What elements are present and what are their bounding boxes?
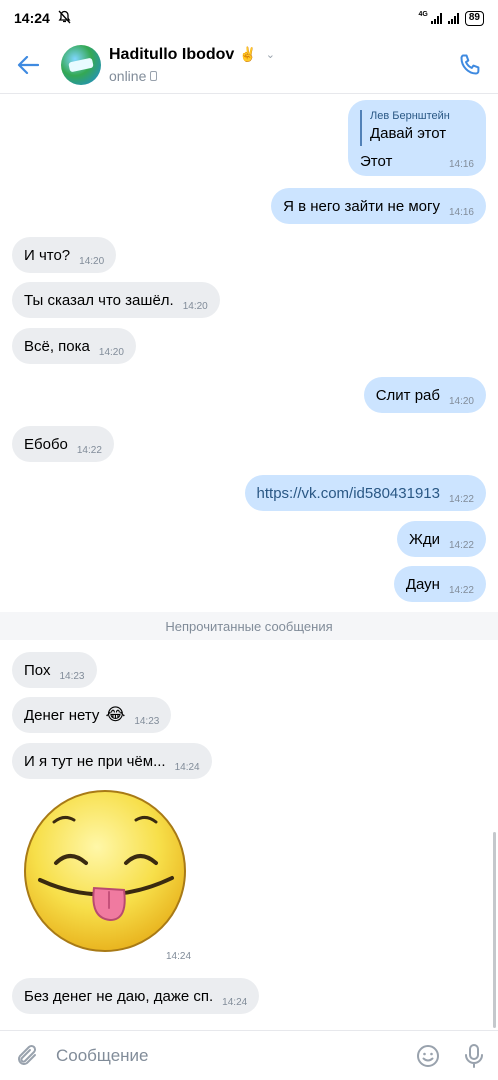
battery-icon: 89 (464, 10, 484, 26)
message-incoming[interactable]: И что? 14:20 (12, 237, 117, 273)
message-time: 14:22 (448, 585, 474, 596)
message-time: 14:20 (182, 301, 208, 312)
message-outgoing[interactable]: Слит раб 14:20 (363, 377, 486, 413)
message-text: И я тут не при чём... (24, 752, 166, 770)
scrollbar[interactable] (493, 832, 496, 1028)
phone-icon (460, 54, 480, 74)
message-incoming[interactable]: Всё, пока 14:20 (12, 328, 136, 364)
call-button[interactable] (442, 36, 498, 94)
message-incoming[interactable]: Без денег не даю, даже сп. 14:24 (12, 978, 260, 1014)
chat-header: Haditullo Ibodov ✌️ ⌄ online (0, 36, 498, 94)
message-text: Денег нету (24, 706, 100, 724)
sticker-tongue-smiley[interactable] (22, 788, 188, 954)
back-button[interactable] (0, 36, 56, 94)
contact-status: online (109, 67, 147, 84)
message-time: 14:22 (76, 445, 102, 456)
message-text: Без денег не даю, даже сп. (24, 987, 214, 1005)
back-arrow-icon (17, 55, 39, 74)
message-text: Этот (360, 153, 393, 170)
reply-message[interactable]: Лев Бернштейн Давай этот Этот 14:16 (348, 100, 486, 176)
message-time: 14:24 (174, 762, 200, 773)
message-composer (0, 1030, 498, 1080)
message-text: Слит раб (375, 386, 440, 404)
message-outgoing[interactable]: https://vk.com/id580431913 14:22 (244, 475, 486, 511)
signal-icon-2 (447, 12, 459, 24)
sticker-time: 14:24 (166, 951, 192, 962)
message-time: 14:22 (448, 540, 474, 551)
message-text: Даун (405, 575, 440, 593)
mobile-icon (150, 70, 158, 81)
contact-name: Haditullo Ibodov (109, 45, 235, 63)
quoted-message[interactable]: Лев Бернштейн Давай этот (360, 110, 474, 146)
message-time: 14:20 (79, 256, 105, 267)
message-text: Ебобо (24, 435, 68, 453)
message-incoming[interactable]: Ты сказал что зашёл. 14:20 (12, 282, 220, 318)
message-outgoing[interactable]: Жди 14:22 (396, 521, 486, 557)
laughing-emoji: 😂 (105, 705, 126, 724)
victory-emoji: ✌️ (239, 46, 257, 62)
message-time: 14:23 (134, 716, 160, 727)
status-time: 14:24 (14, 10, 50, 26)
status-bar: 14:24 4G 89 (0, 0, 498, 36)
unread-divider: Непрочитанные сообщения (0, 612, 498, 640)
quoted-text: Давай этот (370, 125, 447, 142)
status-icons: 4G 89 (418, 10, 484, 26)
network-type: 4G (418, 10, 428, 18)
message-input[interactable] (56, 1035, 356, 1076)
chevron-down-icon: ⌄ (265, 49, 275, 61)
paperclip-icon (18, 1044, 37, 1065)
message-incoming[interactable]: Пох 14:23 (12, 652, 97, 688)
message-time: 14:20 (98, 347, 124, 358)
avatar[interactable] (61, 44, 101, 85)
voice-button[interactable] (450, 1031, 498, 1080)
message-link[interactable]: https://vk.com/id580431913 (257, 485, 440, 502)
message-time: 14:20 (448, 396, 474, 407)
message-incoming[interactable]: Денег нету 😂 14:23 (12, 697, 172, 733)
message-text: Я в него зайти не могу (283, 197, 440, 215)
message-time: 14:22 (448, 494, 474, 505)
mute-bell-icon (58, 10, 71, 27)
message-text: Всё, пока (24, 337, 90, 355)
message-text: И что? (24, 246, 71, 264)
message-text: Жди (408, 530, 440, 548)
message-text: Ты сказал что зашёл. (24, 291, 174, 309)
message-time: 14:16 (448, 159, 474, 170)
quoted-author: Лев Бернштейн (370, 110, 450, 122)
message-incoming[interactable]: И я тут не при чём... 14:24 (12, 743, 212, 779)
message-time: 14:24 (222, 997, 248, 1008)
message-time: 14:16 (448, 207, 474, 218)
attach-button[interactable] (0, 1031, 56, 1080)
contact-info[interactable]: Haditullo Ibodov ✌️ ⌄ online (109, 46, 275, 84)
message-text: Пох (24, 661, 51, 679)
microphone-icon (465, 1043, 483, 1068)
message-incoming[interactable]: Ебобо 14:22 (12, 426, 114, 462)
emoji-button[interactable] (406, 1031, 450, 1080)
message-outgoing[interactable]: Я в него зайти не могу 14:16 (271, 188, 486, 224)
message-outgoing[interactable]: Даун 14:22 (393, 566, 486, 602)
message-time: 14:23 (59, 671, 85, 682)
signal-icon (430, 12, 442, 24)
smiley-icon (417, 1044, 439, 1067)
